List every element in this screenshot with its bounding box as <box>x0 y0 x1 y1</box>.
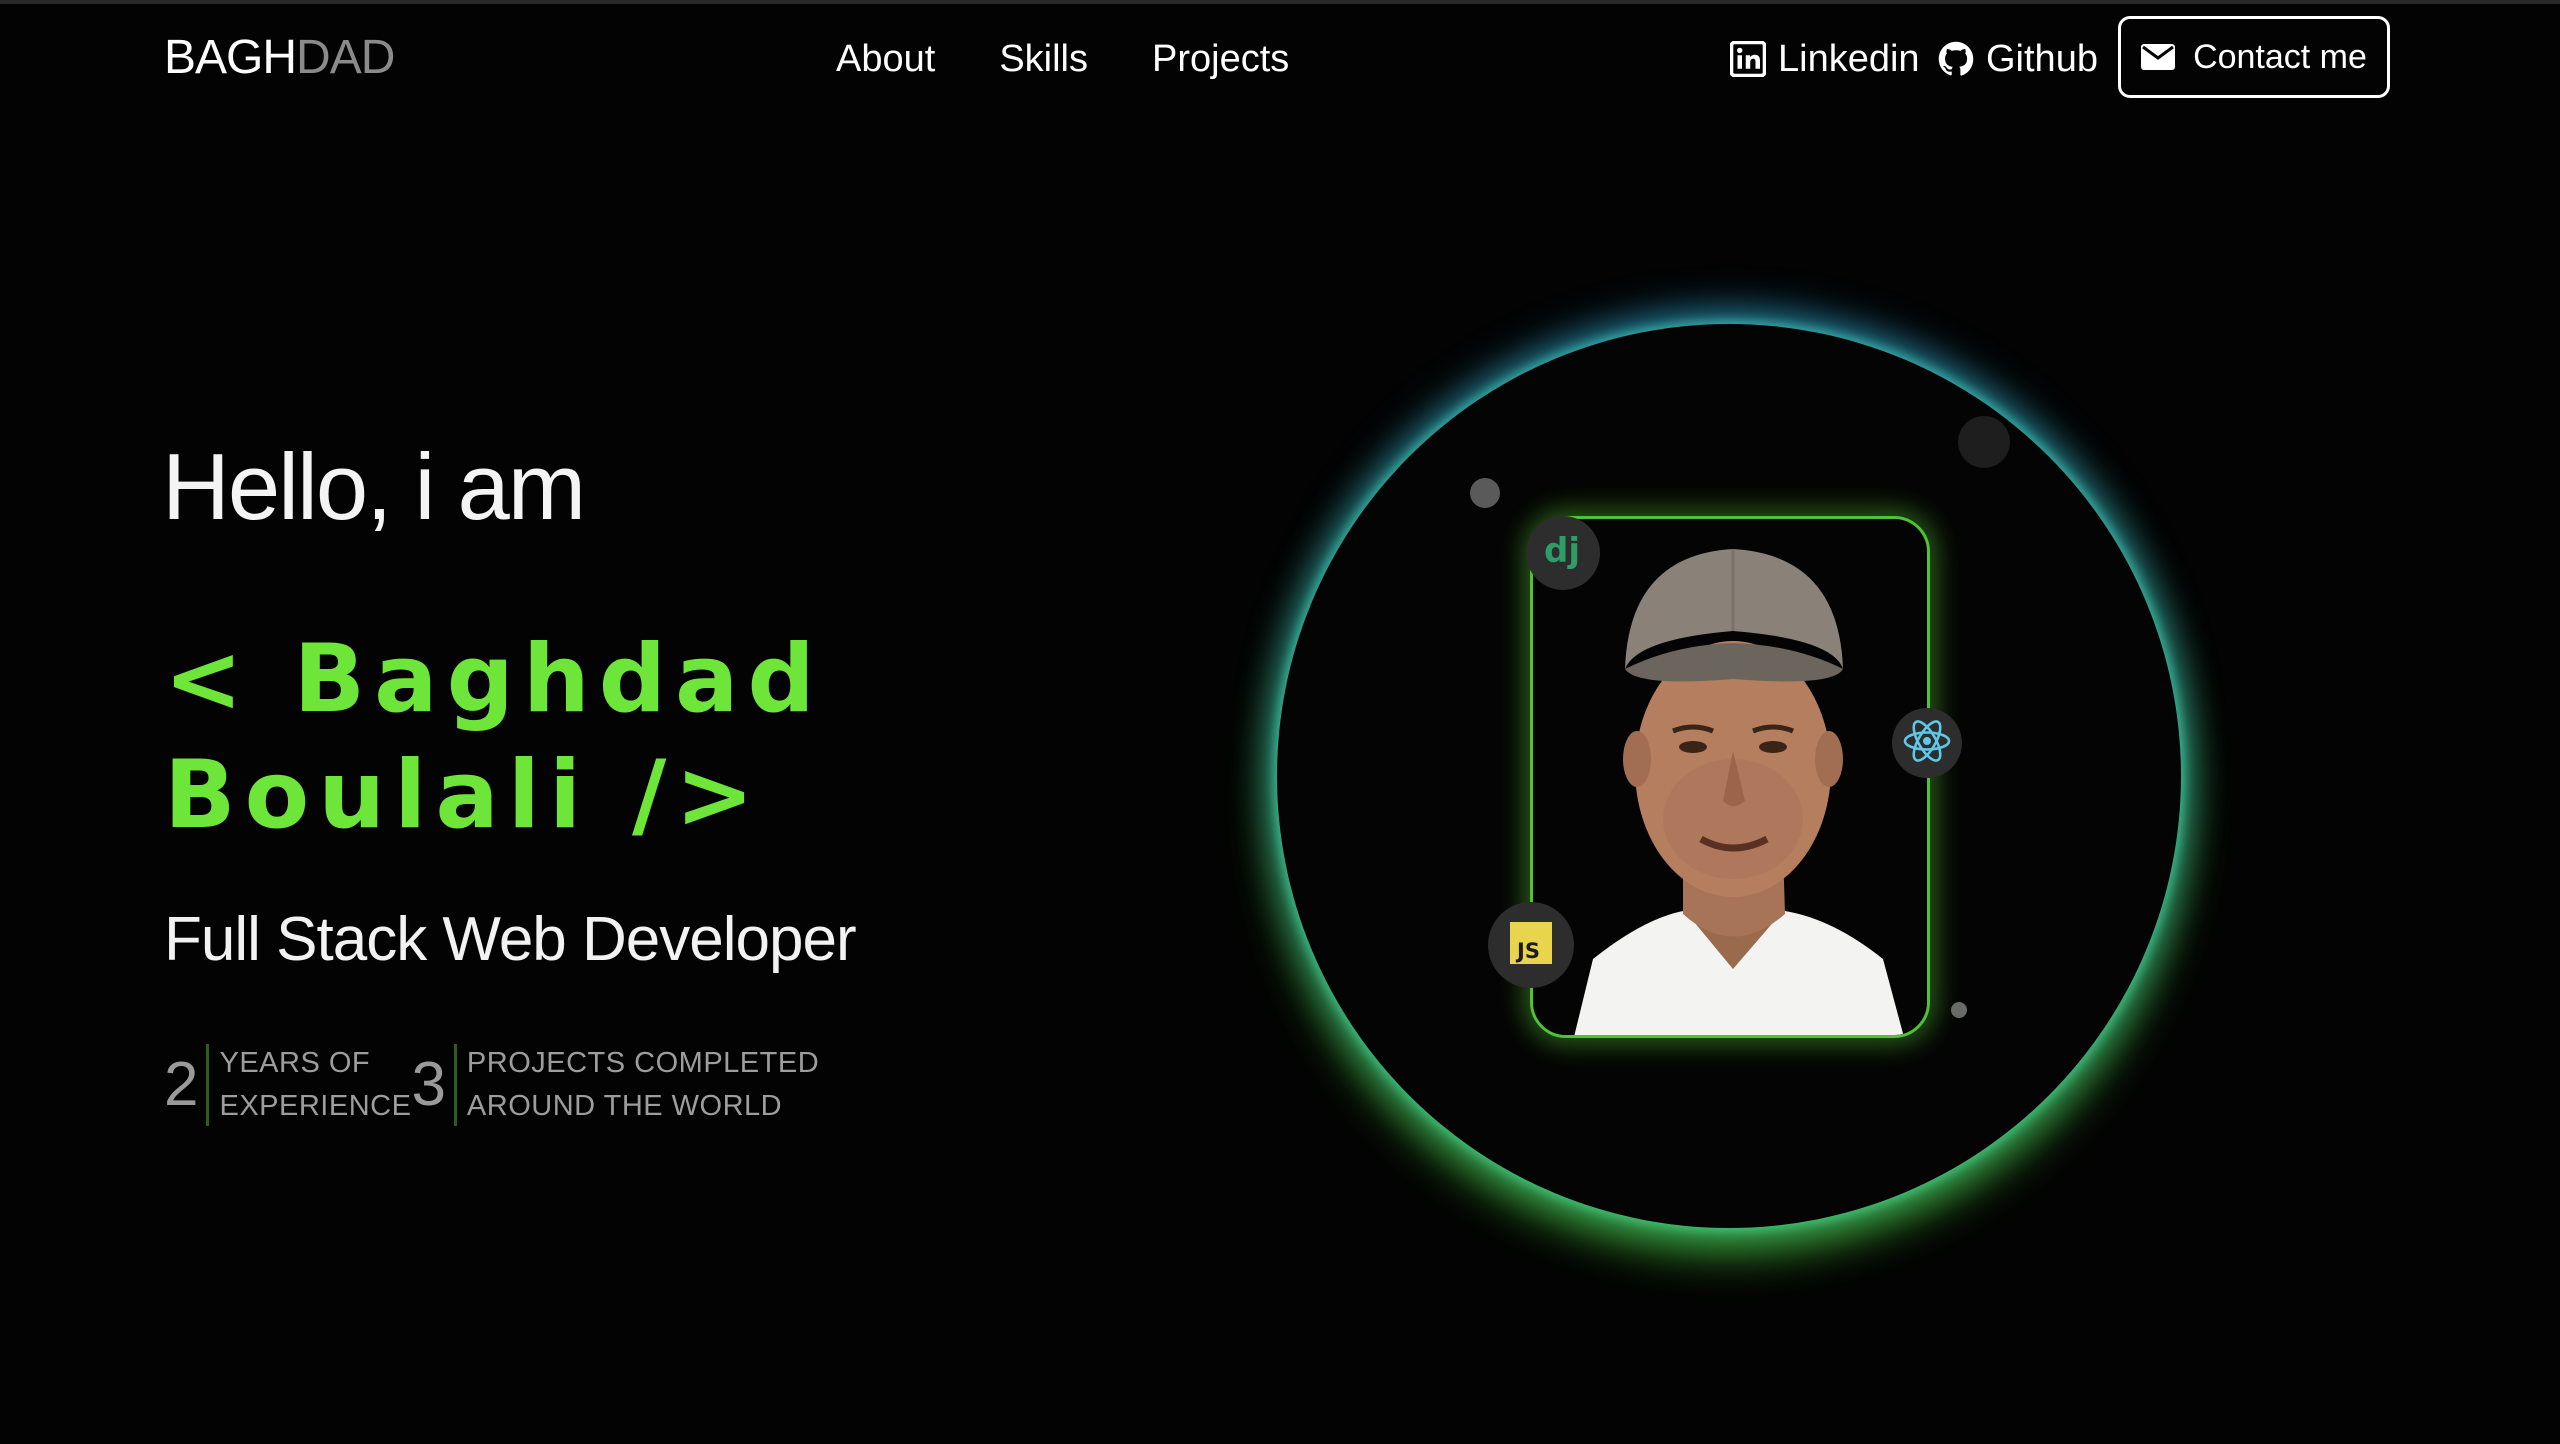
javascript-badge: JS <box>1488 902 1574 988</box>
stat-label: YEARS OF EXPERIENCE <box>219 1042 411 1128</box>
name-line-1: < Baghdad <box>164 625 824 734</box>
developer-name: < Baghdad Boulali /> <box>164 622 924 854</box>
stat-label-line: YEARS OF <box>219 1047 371 1079</box>
contact-me-label: Contact me <box>2193 37 2367 76</box>
linkedin-icon <box>1730 41 1766 77</box>
svg-text:JS: JS <box>1515 939 1540 963</box>
stats-row: 2 YEARS OF EXPERIENCE 3 PROJECTS COMPLET… <box>164 1042 819 1128</box>
logo-secondary: DAD <box>296 31 395 84</box>
github-link[interactable]: Github <box>1938 32 2098 86</box>
django-badge: dj <box>1526 516 1600 590</box>
logo-primary: BAGH <box>164 31 297 84</box>
nav-links: About Skills Projects <box>836 32 1289 86</box>
stat-label-line: EXPERIENCE <box>219 1090 412 1122</box>
react-badge <box>1892 708 1962 778</box>
svg-text:dj: dj <box>1544 531 1580 571</box>
stat-label-line: PROJECTS COMPLETED <box>466 1047 820 1079</box>
envelope-icon <box>2141 44 2176 70</box>
linkedin-link[interactable]: Linkedin <box>1730 32 1920 86</box>
nav-link-projects[interactable]: Projects <box>1152 32 1289 86</box>
stat-divider <box>453 1044 457 1126</box>
linkedin-label: Linkedin <box>1778 38 1920 80</box>
stat-divider <box>206 1044 210 1126</box>
stat-value: 2 <box>164 1050 199 1119</box>
github-icon <box>1938 41 1974 77</box>
javascript-icon: JS <box>1510 921 1552 969</box>
stat-value: 3 <box>411 1050 446 1119</box>
decorative-dot <box>1470 478 1500 508</box>
github-label: Github <box>1986 38 2098 80</box>
role-subtitle: Full Stack Web Developer <box>164 905 857 974</box>
top-navigation: BAGHDAD About Skills Projects Linkedin G… <box>0 4 2560 114</box>
django-icon: dj <box>1540 530 1586 577</box>
decorative-dot <box>1951 1002 1967 1018</box>
stat-label-line: AROUND THE WORLD <box>466 1090 783 1122</box>
profile-photo <box>1530 516 1930 1038</box>
site-logo[interactable]: BAGHDAD <box>164 28 395 88</box>
name-line-2: Boulali /> <box>164 741 764 850</box>
nav-link-about[interactable]: About <box>836 32 935 86</box>
decorative-dot <box>1958 416 2010 468</box>
stat-label: PROJECTS COMPLETED AROUND THE WORLD <box>467 1042 819 1128</box>
react-icon <box>1900 714 1954 773</box>
portfolio-page: BAGHDAD About Skills Projects Linkedin G… <box>0 0 2560 1444</box>
greeting-heading: Hello, i am <box>162 434 586 539</box>
contact-me-button[interactable]: Contact me <box>2118 16 2390 98</box>
nav-link-skills[interactable]: Skills <box>999 32 1088 86</box>
stat-experience: 2 YEARS OF EXPERIENCE <box>164 1042 411 1128</box>
stat-projects: 3 PROJECTS COMPLETED AROUND THE WORLD <box>411 1042 819 1128</box>
